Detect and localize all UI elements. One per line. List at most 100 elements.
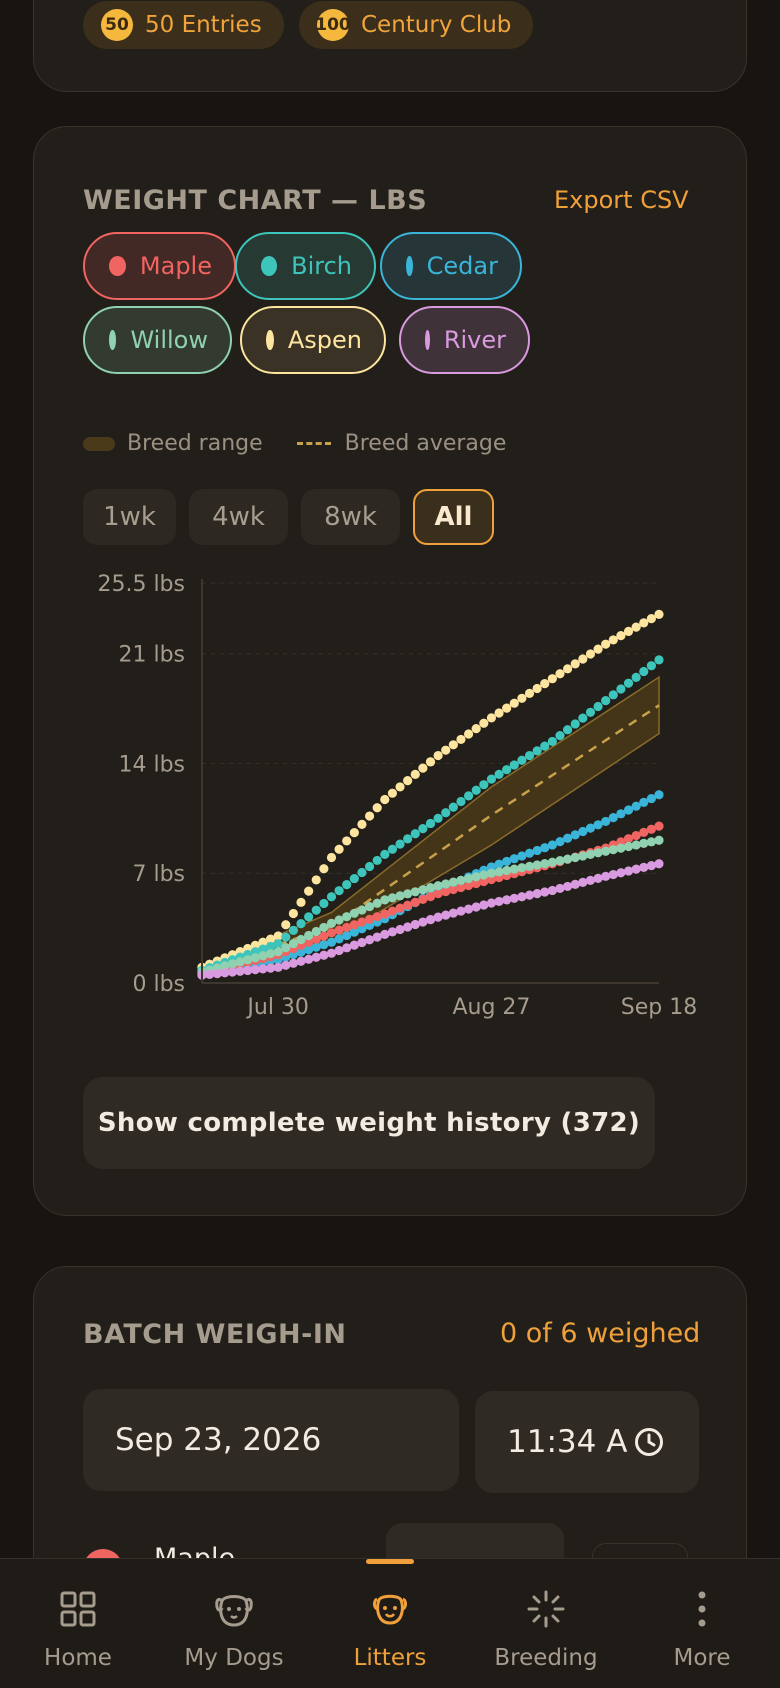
export-csv-link[interactable]: Export CSV	[554, 186, 689, 214]
data-point	[486, 868, 497, 878]
nav-litters[interactable]: Litters	[312, 1559, 468, 1688]
data-point	[646, 837, 656, 847]
data-point	[623, 841, 634, 852]
color-dot	[406, 256, 413, 276]
date-value: Sep 23, 2026	[115, 1422, 322, 1458]
data-point	[463, 791, 474, 801]
data-point	[372, 803, 382, 813]
series-birch	[197, 655, 664, 976]
y-tick-label: 14 lbs	[118, 752, 185, 777]
x-tick-label: Jul 30	[245, 995, 309, 1020]
data-point	[555, 731, 565, 741]
chip-label: Willow	[130, 326, 208, 354]
range-button-4wk[interactable]: 4wk	[189, 489, 288, 545]
time-value: 11:34 A	[507, 1424, 628, 1460]
data-point	[395, 782, 405, 792]
nav-breeding[interactable]: Breeding	[468, 1559, 624, 1688]
data-point	[639, 862, 649, 872]
bottom-navigation: Home My Dogs Litters Breeding More	[0, 1558, 780, 1688]
puppy-chip-cedar[interactable]: Cedar	[380, 232, 522, 300]
data-point	[524, 750, 535, 761]
show-weight-history-button[interactable]: Show complete weight history (372)	[83, 1077, 655, 1169]
data-point	[502, 895, 512, 905]
nav-label: Litters	[353, 1645, 427, 1671]
data-point	[304, 912, 314, 922]
data-point	[532, 888, 542, 899]
data-point	[403, 834, 413, 844]
data-point	[296, 897, 306, 907]
data-point	[364, 811, 375, 821]
data-point	[364, 861, 375, 872]
data-point	[563, 664, 573, 674]
weight-chart: 0 lbs 7 lbs 14 lbs 21 lbs 25.5 lbs Jul 30 Aug …	[97, 572, 697, 1020]
data-point	[463, 873, 474, 884]
achievement-badge: 50 50 Entries	[83, 1, 284, 49]
data-point	[547, 857, 557, 867]
data-point	[524, 890, 535, 900]
data-point	[410, 829, 420, 839]
puppy-chip-willow[interactable]: Willow	[83, 306, 232, 374]
range-button-all[interactable]: All	[413, 489, 494, 545]
puppy-chip-river[interactable]: River	[399, 306, 530, 374]
puppy-chip-aspen[interactable]: Aspen	[240, 306, 386, 374]
breed-range-label: Breed range	[127, 431, 263, 456]
data-point	[502, 703, 512, 713]
data-point	[593, 701, 603, 712]
data-point	[425, 818, 436, 829]
chart-legend: Breed range Breed average	[83, 431, 506, 456]
data-point	[540, 741, 550, 751]
data-point	[342, 836, 352, 846]
data-point	[509, 698, 519, 708]
data-point	[448, 802, 458, 812]
range-button-8wk[interactable]: 8wk	[301, 489, 400, 545]
data-point	[479, 870, 489, 880]
data-point	[540, 678, 550, 689]
data-point	[623, 866, 634, 876]
puppy-icon	[373, 1594, 407, 1625]
puppy-chip-maple[interactable]: Maple	[83, 232, 236, 300]
data-point	[517, 892, 527, 902]
y-tick-label: 21 lbs	[118, 643, 185, 668]
date-field[interactable]: Sep 23, 2026	[83, 1389, 459, 1491]
range-button-1wk[interactable]: 1wk	[83, 489, 176, 545]
achievement-label: Century Club	[361, 12, 512, 38]
data-point	[646, 661, 656, 671]
nav-my-dogs[interactable]: My Dogs	[156, 1559, 312, 1688]
data-point	[471, 785, 481, 795]
color-dot	[109, 256, 126, 276]
clock-icon	[635, 1428, 663, 1456]
weight-chart-title: WEIGHT CHART — LBS	[83, 185, 428, 216]
nav-more[interactable]: More	[624, 1559, 780, 1688]
nav-label: Home	[44, 1645, 112, 1671]
data-point	[509, 864, 519, 874]
data-point	[319, 898, 329, 909]
data-point	[387, 788, 398, 798]
nav-home[interactable]: Home	[0, 1559, 156, 1688]
data-point	[311, 905, 321, 915]
data-point	[486, 774, 497, 784]
data-point	[425, 757, 436, 767]
data-point	[578, 851, 588, 861]
data-point	[616, 843, 626, 853]
data-point	[441, 879, 451, 889]
puppy-chip-birch[interactable]: Birch	[235, 232, 376, 300]
time-field[interactable]: 11:34 A	[475, 1391, 699, 1493]
data-point	[433, 881, 443, 891]
data-point	[563, 725, 573, 735]
chip-label: Cedar	[426, 252, 498, 280]
data-point	[296, 919, 306, 929]
more-vertical-icon	[698, 1591, 706, 1627]
data-point	[593, 644, 603, 654]
color-dot	[266, 330, 274, 350]
data-point	[479, 780, 489, 790]
data-point	[387, 844, 398, 854]
data-point	[357, 819, 367, 829]
data-point	[608, 869, 618, 880]
data-point	[654, 821, 664, 831]
data-point	[448, 877, 458, 887]
data-point	[555, 856, 565, 866]
data-point	[532, 746, 542, 756]
achievements-card: 50 50 Entries 100 Century Club	[33, 0, 747, 92]
data-point	[570, 659, 580, 669]
data-point	[631, 864, 641, 874]
